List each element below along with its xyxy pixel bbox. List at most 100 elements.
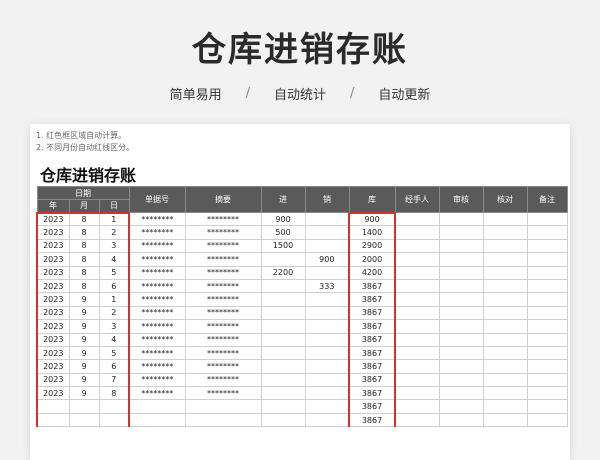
cell-empty: [438, 386, 484, 401]
note-line: 2. 不同月份自动红线区分。: [36, 143, 135, 152]
cell-year: [36, 399, 70, 414]
header-in: 进: [260, 186, 306, 213]
cell-month: 9: [68, 305, 100, 321]
cell-year: 2023: [36, 265, 70, 280]
header-stock: 库: [348, 186, 396, 213]
cell-empty: [482, 265, 528, 280]
cell-empty: [526, 412, 568, 428]
cell-day: 8: [98, 386, 131, 401]
cell-summary: ********: [184, 386, 262, 401]
cell-in: [260, 278, 306, 294]
cell-month: 8: [68, 211, 100, 227]
cell-year: 2023: [36, 225, 70, 240]
cell-empty: [482, 305, 528, 321]
cell-empty: [526, 238, 568, 254]
cell-voucher: ********: [128, 332, 186, 347]
cell-empty: [482, 345, 528, 361]
table-row: 2023 8 2 ******** ******** 500 1400: [36, 225, 568, 240]
ledger-body: 2023 8 1 ******** ******** 900 900 2023 8 2 ******…: [36, 211, 568, 428]
cell-stock: 3867: [348, 386, 397, 401]
cell-month: 8: [68, 252, 100, 267]
cell-stock: 900: [348, 211, 397, 227]
header-year: 年: [36, 199, 70, 213]
cell-month: 8: [68, 278, 100, 294]
feature-easy: 简单易用: [169, 88, 222, 103]
cell-stock: 3867: [348, 278, 397, 294]
header-month: 月: [68, 199, 100, 213]
cell-year: 2023: [36, 238, 70, 254]
cell-empty: [394, 265, 440, 280]
cell-empty: [482, 319, 528, 334]
cell-stock: 1400: [348, 225, 397, 240]
cell-voucher: ********: [128, 345, 186, 361]
cell-day: 6: [98, 359, 131, 374]
cell-stock: 3867: [348, 332, 397, 347]
cell-voucher: ********: [128, 319, 186, 334]
cell-out: [304, 386, 350, 401]
cell-voucher: ********: [128, 265, 186, 280]
cell-empty: [438, 332, 484, 347]
header-handler: 经手人: [394, 186, 440, 213]
cell-year: [36, 412, 70, 428]
cell-empty: [526, 386, 568, 401]
separator: /: [350, 86, 355, 101]
feature-auto-update: 自动更新: [378, 88, 431, 103]
header-out: 销: [304, 186, 350, 213]
cell-in: 1500: [260, 238, 306, 254]
cell-stock: 3867: [348, 399, 397, 414]
cell-empty: [394, 332, 440, 347]
note-line: 1. 红色框区域自动计算。: [36, 131, 127, 140]
cell-empty: [438, 238, 484, 254]
sheet-title: 仓库进销存账: [40, 166, 137, 185]
cell-year: 2023: [36, 372, 70, 388]
table-row: 2023 9 3 ******** ******** 3867: [36, 319, 568, 334]
feature-list: 简单易用 / 自动统计 / 自动更新: [0, 84, 600, 103]
cell-year: 2023: [36, 345, 70, 361]
cell-day: 1: [98, 211, 131, 227]
cell-in: [260, 252, 306, 267]
cell-summary: ********: [184, 372, 262, 388]
cell-out: [304, 319, 350, 334]
cell-summary: ********: [184, 211, 262, 227]
cell-month: [68, 399, 100, 414]
cell-month: 8: [68, 265, 100, 280]
cell-empty: [526, 399, 568, 414]
cell-empty: [438, 359, 484, 374]
cell-stock: 2900: [348, 238, 397, 254]
cell-year: 2023: [36, 252, 70, 267]
header-day: 日: [98, 199, 130, 213]
cell-in: [260, 345, 306, 361]
spreadsheet-preview: 1. 红色框区域自动计算。 2. 不同月份自动红线区分。 仓库进销存账 日期 单…: [30, 124, 570, 460]
cell-stock: 3867: [348, 412, 397, 428]
cell-stock: 3867: [348, 359, 397, 374]
cell-empty: [394, 372, 440, 388]
cell-empty: [438, 211, 484, 227]
header-voucher: 单据号: [128, 186, 186, 213]
cell-out: [304, 238, 350, 254]
cell-stock: 3867: [348, 305, 397, 321]
cell-in: [260, 399, 306, 414]
cell-empty: [482, 252, 528, 267]
cell-empty: [438, 319, 484, 334]
cell-month: 9: [68, 386, 100, 401]
cell-empty: [482, 359, 528, 374]
cell-day: [98, 412, 131, 428]
cell-stock: 2000: [348, 252, 397, 267]
cell-in: 900: [260, 211, 306, 227]
table-row: 3867: [36, 399, 568, 414]
cell-empty: [394, 359, 440, 374]
cell-empty: [482, 292, 528, 307]
cell-year: 2023: [36, 292, 70, 307]
cell-empty: [394, 399, 440, 414]
cell-empty: [526, 265, 568, 280]
cell-empty: [438, 372, 484, 388]
cell-in: 500: [260, 225, 306, 240]
cell-empty: [394, 386, 440, 401]
cell-month: 9: [68, 319, 100, 334]
cell-empty: [482, 399, 528, 414]
cell-empty: [394, 252, 440, 267]
cell-stock: 4200: [348, 265, 397, 280]
cell-summary: ********: [184, 359, 262, 374]
cell-year: 2023: [36, 278, 70, 294]
cell-empty: [526, 305, 568, 321]
